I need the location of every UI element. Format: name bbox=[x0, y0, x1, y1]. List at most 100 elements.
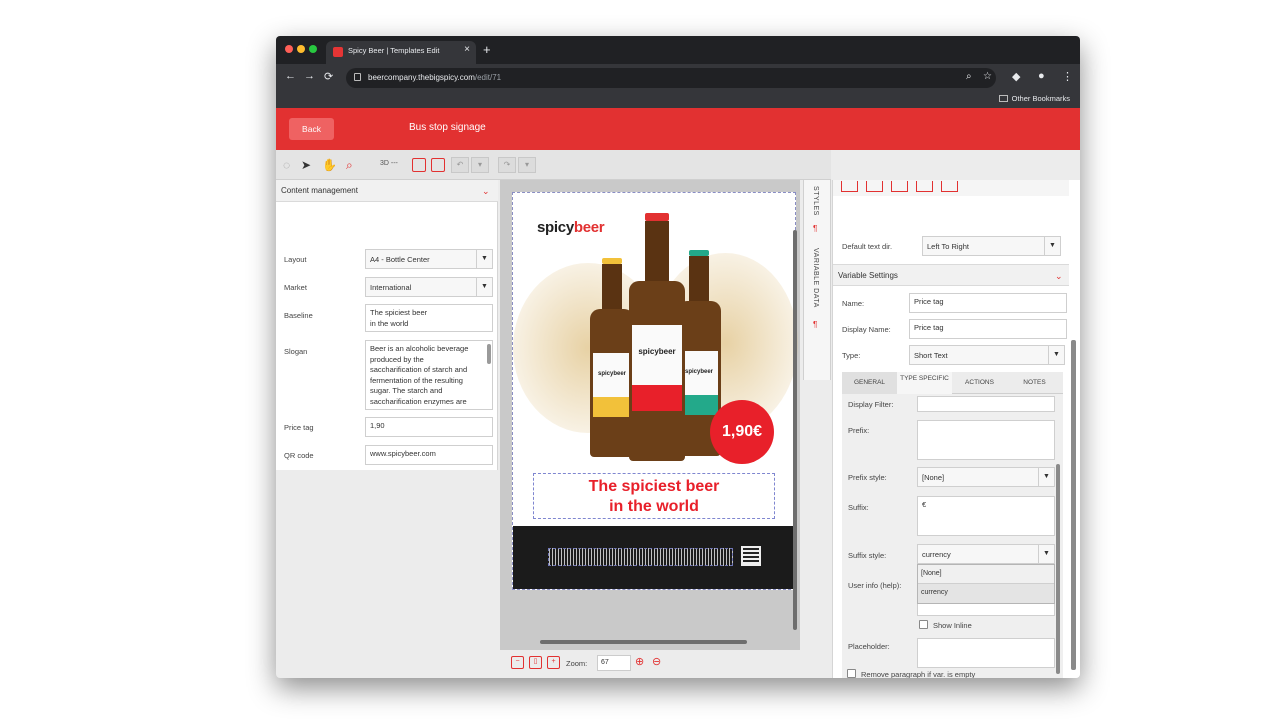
fit-width-icon[interactable]: ▯ bbox=[529, 656, 542, 669]
suffix-textarea[interactable]: € bbox=[917, 496, 1055, 536]
price-tag-input[interactable]: 1,90 bbox=[365, 417, 493, 437]
dropdown-arrow-icon: ▼ bbox=[1044, 237, 1060, 255]
tab-variable-data[interactable]: VARIABLE DATA bbox=[812, 248, 819, 308]
dropdown-option-none[interactable]: [None] bbox=[918, 565, 1054, 584]
slogan-textarea[interactable]: Beer is an alcoholic beverage produced b… bbox=[365, 340, 493, 410]
panel-scrollbar[interactable] bbox=[1071, 340, 1076, 670]
menu-kebab-icon[interactable]: ⋮ bbox=[1062, 70, 1073, 83]
display-name-input[interactable]: Price tag bbox=[909, 319, 1067, 339]
market-select[interactable]: International ▼ bbox=[365, 277, 493, 297]
minimize-window-button[interactable] bbox=[297, 45, 305, 53]
chevron-down-icon[interactable]: ⌄ bbox=[1055, 271, 1063, 282]
suffix-style-select[interactable]: currency ▼ bbox=[917, 544, 1055, 564]
tab-title: Spicy Beer | Templates Edit bbox=[348, 46, 440, 55]
fit-page-icon[interactable]: − bbox=[511, 656, 524, 669]
canvas-vertical-scrollbar[interactable] bbox=[793, 230, 797, 630]
zoom-in-icon[interactable]: ⊕ bbox=[635, 655, 644, 668]
redo-dropdown-button[interactable]: ▾ bbox=[518, 157, 536, 173]
display-filter-input[interactable] bbox=[917, 396, 1055, 412]
content-management-header[interactable]: Content management ⌄ bbox=[276, 180, 498, 202]
legal-text-box[interactable] bbox=[548, 548, 733, 566]
align-icon[interactable] bbox=[916, 181, 933, 192]
back-button[interactable]: Back bbox=[289, 118, 334, 140]
show-inline-checkbox[interactable] bbox=[919, 620, 928, 629]
app-header: Back Bus stop signage bbox=[276, 108, 1080, 150]
pointer-icon[interactable]: ➤ bbox=[301, 158, 311, 172]
edit-icon[interactable] bbox=[431, 158, 445, 172]
back-arrow-icon[interactable]: ← bbox=[285, 70, 296, 82]
tab-actions[interactable]: ACTIONS bbox=[952, 372, 1007, 394]
browser-tab[interactable]: Spicy Beer | Templates Edit × bbox=[326, 41, 476, 64]
show-inline-label: Show Inline bbox=[933, 621, 972, 630]
dropdown-option-currency[interactable]: currency bbox=[918, 584, 1054, 603]
zoom-out-icon[interactable]: ⊖ bbox=[652, 655, 661, 668]
close-window-button[interactable] bbox=[285, 45, 293, 53]
lasso-select-icon[interactable]: ◌ bbox=[283, 158, 290, 172]
new-tab-icon[interactable]: + bbox=[483, 42, 491, 57]
undo-button[interactable]: ↶ bbox=[451, 157, 469, 173]
reload-icon[interactable]: ⟳ bbox=[324, 70, 333, 83]
placeholder-label: Placeholder: bbox=[848, 642, 890, 651]
dropdown-arrow-icon: ▼ bbox=[1038, 468, 1054, 486]
section-title: Variable Settings bbox=[838, 271, 898, 280]
settings-scrollbar[interactable] bbox=[1056, 464, 1060, 674]
type-select[interactable]: Short Text ▼ bbox=[909, 345, 1065, 365]
name-label: Name: bbox=[842, 299, 865, 308]
canvas-horizontal-scrollbar[interactable] bbox=[540, 640, 747, 644]
variable-settings-panel: Default text dir. Left To Right ▼ Variab… bbox=[832, 180, 1080, 678]
layout-select[interactable]: A4 - Bottle Center ▼ bbox=[365, 249, 493, 269]
fit-height-icon[interactable]: + bbox=[547, 656, 560, 669]
prefix-style-select[interactable]: [None] ▼ bbox=[917, 467, 1055, 487]
qr-code[interactable] bbox=[741, 546, 761, 566]
variable-settings-header[interactable]: Variable Settings ⌄ bbox=[833, 264, 1069, 286]
price-badge[interactable]: 1,90€ bbox=[710, 400, 774, 464]
slogan-scrollbar[interactable] bbox=[487, 344, 491, 364]
tab-notes[interactable]: NOTES bbox=[1007, 372, 1062, 394]
search-icon[interactable]: ⌕ bbox=[966, 71, 972, 82]
dropdown-arrow-icon: ▼ bbox=[1038, 545, 1054, 563]
tab-strip: Spicy Beer | Templates Edit × + bbox=[276, 36, 1080, 64]
profile-icon[interactable]: ● bbox=[1038, 70, 1045, 82]
other-bookmarks[interactable]: Other Bookmarks bbox=[998, 94, 1070, 103]
tab-type-specific[interactable]: TYPE SPECIFIC bbox=[897, 372, 952, 394]
remove-paragraph-checkbox[interactable] bbox=[847, 669, 856, 678]
bottle-neck bbox=[645, 221, 669, 281]
name-input[interactable]: Price tag bbox=[909, 293, 1067, 313]
redo-button[interactable]: ↷ bbox=[498, 157, 516, 173]
extension-icon[interactable]: ◆ bbox=[1012, 70, 1020, 83]
prefix-style-label: Prefix style: bbox=[848, 473, 887, 482]
folder-icon bbox=[998, 95, 1008, 102]
slogan-label: Slogan bbox=[284, 347, 308, 356]
3d-toggle[interactable]: 3D --- bbox=[380, 160, 398, 167]
undo-dropdown-button[interactable]: ▾ bbox=[471, 157, 489, 173]
align-icon[interactable] bbox=[866, 181, 883, 192]
zoom-tool-icon[interactable]: ⌕ bbox=[346, 158, 353, 173]
prefix-textarea[interactable] bbox=[917, 420, 1055, 460]
align-icon[interactable] bbox=[941, 181, 958, 192]
preview-canvas[interactable]: spicybeer spicybeer spicybeer spicybeer … bbox=[500, 180, 800, 650]
slogan-textbox[interactable]: The spiciest beer in the world bbox=[533, 473, 775, 519]
poster-page[interactable]: spicybeer spicybeer spicybeer spicybeer … bbox=[512, 192, 798, 590]
hand-pan-icon[interactable]: ✋ bbox=[322, 158, 337, 172]
close-tab-icon[interactable]: × bbox=[464, 44, 470, 55]
bottle-cap-red bbox=[645, 213, 669, 221]
baseline-textarea[interactable]: The spiciest beer in the world bbox=[365, 304, 493, 332]
forward-arrow-icon[interactable]: → bbox=[304, 70, 315, 82]
zoom-input[interactable]: 67 bbox=[597, 655, 631, 671]
text-direction-select[interactable]: Left To Right ▼ bbox=[922, 236, 1061, 256]
placeholder-textarea[interactable] bbox=[917, 638, 1055, 668]
tab-general[interactable]: GENERAL bbox=[842, 372, 897, 394]
star-icon[interactable]: ☆ bbox=[983, 71, 992, 82]
align-icon[interactable] bbox=[891, 181, 908, 192]
zoom-window-button[interactable] bbox=[309, 45, 317, 53]
lock-icon bbox=[354, 73, 361, 81]
url-bar[interactable]: beercompany.thebigspicy.com/edit/71 ⌕ ☆ bbox=[346, 68, 996, 88]
spicybeer-logo: spicybeer bbox=[537, 219, 605, 236]
chevron-down-icon[interactable]: ⌄ bbox=[482, 186, 490, 197]
display-filter-label: Display Filter: bbox=[848, 400, 894, 409]
tab-styles[interactable]: STYLES bbox=[812, 186, 819, 216]
bottle-center: spicybeer bbox=[629, 281, 685, 461]
grid-icon[interactable] bbox=[412, 158, 426, 172]
align-icon[interactable] bbox=[841, 181, 858, 192]
qr-code-input[interactable]: www.spicybeer.com bbox=[365, 445, 493, 465]
